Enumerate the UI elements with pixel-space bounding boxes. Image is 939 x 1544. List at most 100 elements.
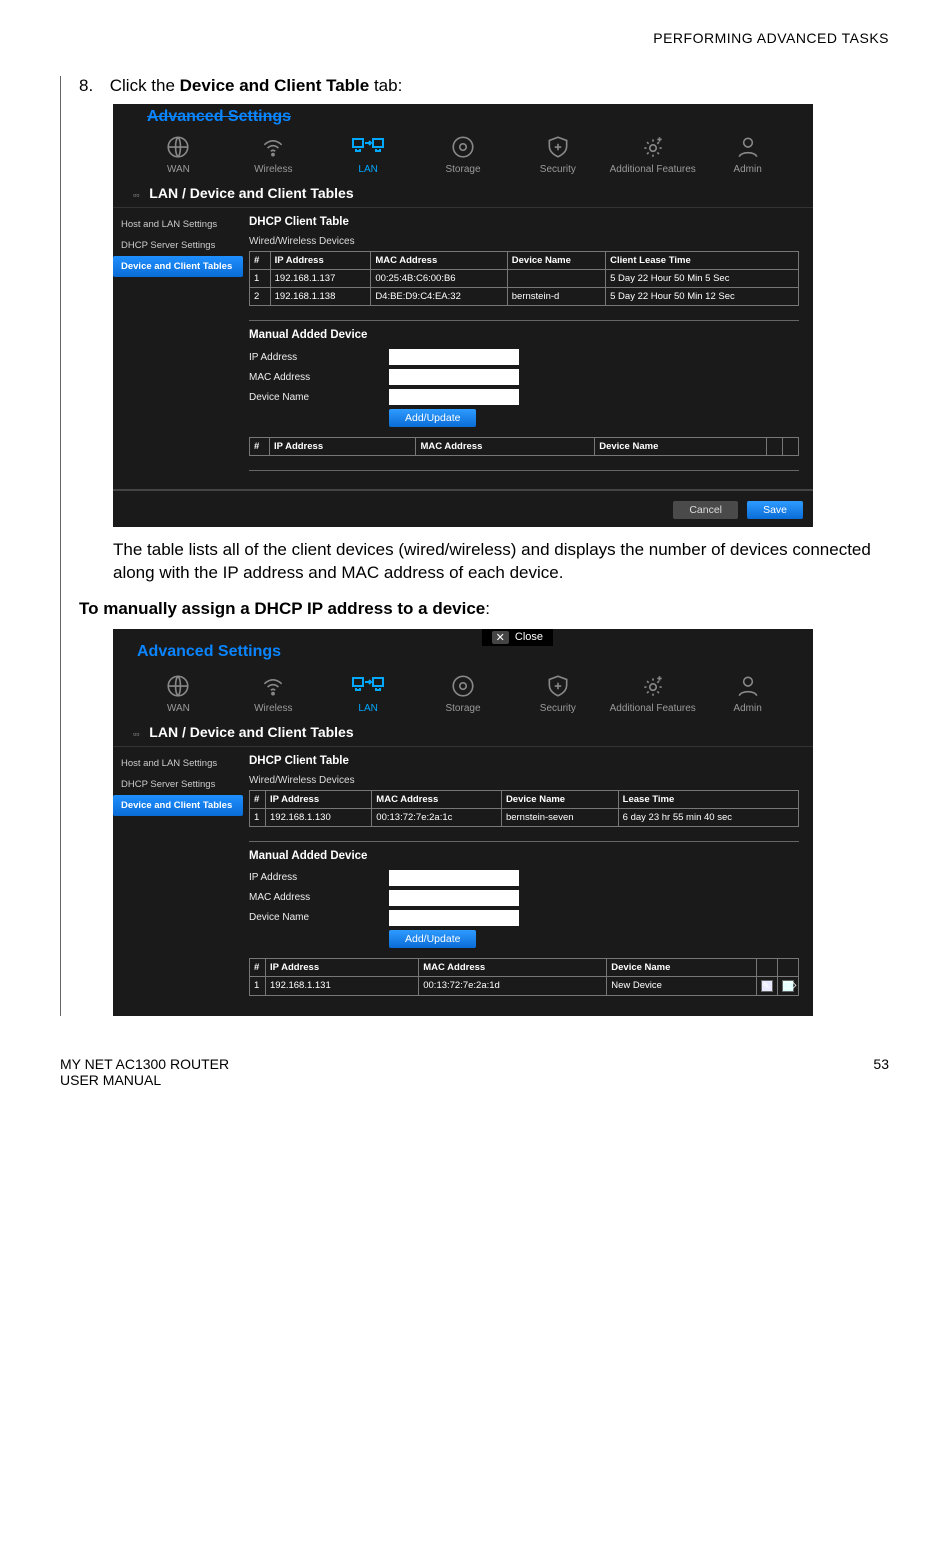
shield-icon	[510, 671, 605, 701]
gear-plus-icon	[605, 132, 700, 162]
close-tab[interactable]: ✕Close	[482, 629, 553, 646]
breadcrumb-icon: ▫▫	[133, 190, 139, 200]
nav-wan[interactable]: WAN	[131, 132, 226, 175]
table-row: 1 192.168.1.137 00:25:4B:C6:00:B6 5 Day …	[250, 270, 799, 288]
nav-storage[interactable]: Storage	[416, 132, 511, 175]
sidebar-item-host[interactable]: Host and LAN Settings	[113, 753, 243, 774]
lan-icon	[321, 671, 416, 701]
label-mac: MAC Address	[249, 892, 389, 903]
globe-icon	[131, 132, 226, 162]
shield-icon	[510, 132, 605, 162]
dhcp-client-table-heading: DHCP Client Table	[249, 755, 799, 767]
step-text-prefix: Click the	[110, 76, 180, 95]
input-ip[interactable]	[389, 870, 519, 886]
dhcp-client-table-heading: DHCP Client Table	[249, 216, 799, 228]
nav-security[interactable]: Security	[510, 132, 605, 175]
step-number: 8.	[79, 76, 105, 96]
nav-additional[interactable]: Additional Features	[605, 132, 700, 175]
nav-lan[interactable]: LAN	[321, 132, 416, 175]
wired-wireless-caption: Wired/Wireless Devices	[249, 775, 799, 786]
sidebar-item-host[interactable]: Host and LAN Settings	[113, 214, 243, 235]
page-number: 53	[873, 1056, 889, 1088]
manual-device-table: # IP Address MAC Address Device Name 1 1…	[249, 958, 799, 996]
nav-wan[interactable]: WAN	[131, 671, 226, 714]
footer-manual: USER MANUAL	[60, 1072, 229, 1088]
col-num: #	[250, 252, 271, 270]
person-icon	[700, 671, 795, 701]
cancel-button[interactable]: Cancel	[673, 501, 738, 519]
nav-storage[interactable]: Storage	[416, 671, 511, 714]
col-lease: Client Lease Time	[606, 252, 799, 270]
table-row: 2 192.168.1.138 D4:BE:D9:C4:EA:32 bernst…	[250, 288, 799, 306]
page-footer: MY NET AC1300 ROUTER USER MANUAL 53	[60, 1056, 889, 1088]
globe-icon	[131, 671, 226, 701]
section-title: ▫▫ LAN / Device and Client Tables	[113, 181, 813, 208]
input-name[interactable]	[389, 910, 519, 926]
lan-icon	[321, 132, 416, 162]
step-text-suffix: tab:	[369, 76, 402, 95]
heading-manual-assign: To manually assign a DHCP IP address to …	[79, 599, 889, 619]
close-icon: ✕	[492, 631, 509, 644]
main-panel: DHCP Client Table Wired/Wireless Devices…	[243, 208, 813, 489]
label-ip: IP Address	[249, 352, 389, 363]
manual-added-heading: Manual Added Device	[249, 850, 799, 862]
col-ip: IP Address	[270, 252, 371, 270]
add-update-button[interactable]: Add/Update	[389, 930, 476, 948]
top-nav: WAN Wireless LAN Storage Security Additi…	[113, 665, 813, 720]
save-button[interactable]: Save	[747, 501, 803, 519]
col-mac: MAC Address	[371, 252, 507, 270]
table-row: 1 192.168.1.130 00:13:72:7e:2a:1c bernst…	[250, 808, 799, 826]
input-name[interactable]	[389, 389, 519, 405]
disc-icon	[416, 132, 511, 162]
add-update-button[interactable]: Add/Update	[389, 409, 476, 427]
sidebar-item-device-tables[interactable]: Device and Client Tables	[113, 256, 243, 277]
sidebar-item-device-tables[interactable]: Device and Client Tables	[113, 795, 243, 816]
disc-icon	[416, 671, 511, 701]
footer-buttons: Cancel Save	[113, 489, 813, 527]
gear-plus-icon	[605, 671, 700, 701]
caption-text: The table lists all of the client device…	[113, 539, 889, 585]
label-name: Device Name	[249, 392, 389, 403]
nav-admin[interactable]: Admin	[700, 132, 795, 175]
page-header: PERFORMING ADVANCED TASKS	[60, 30, 889, 46]
col-name: Device Name	[507, 252, 605, 270]
advanced-settings-title: Advanced Settings	[113, 631, 813, 665]
nav-admin[interactable]: Admin	[700, 671, 795, 714]
nav-wireless[interactable]: Wireless	[226, 132, 321, 175]
nav-security[interactable]: Security	[510, 671, 605, 714]
input-ip[interactable]	[389, 349, 519, 365]
section-title: ▫▫ LAN / Device and Client Tables	[113, 720, 813, 747]
step-8: 8. Click the Device and Client Table tab…	[79, 76, 889, 96]
input-mac[interactable]	[389, 890, 519, 906]
sidebar: Host and LAN Settings DHCP Server Settin…	[113, 747, 243, 1016]
breadcrumb-icon: ▫▫	[133, 729, 139, 739]
screenshot-1: Advanced Settings WAN Wireless LAN Stora…	[113, 104, 813, 527]
input-mac[interactable]	[389, 369, 519, 385]
screenshot-2: ✕Close Advanced Settings WAN Wireless LA…	[113, 629, 813, 1016]
wifi-icon	[226, 671, 321, 701]
nav-additional[interactable]: Additional Features	[605, 671, 700, 714]
sidebar-item-dhcp[interactable]: DHCP Server Settings	[113, 774, 243, 795]
nav-lan[interactable]: LAN	[321, 671, 416, 714]
step-text-bold: Device and Client Table	[180, 76, 370, 95]
nav-wireless[interactable]: Wireless	[226, 671, 321, 714]
wifi-icon	[226, 132, 321, 162]
label-mac: MAC Address	[249, 372, 389, 383]
dhcp-client-table: # IP Address MAC Address Device Name Cli…	[249, 251, 799, 306]
edit-icon[interactable]: ✎	[757, 976, 778, 995]
table-row: 1 192.168.1.131 00:13:72:7e:2a:1d New De…	[250, 976, 799, 995]
advanced-settings-title: Advanced Settings	[113, 104, 813, 126]
person-icon	[700, 132, 795, 162]
dhcp-client-table: # IP Address MAC Address Device Name Lea…	[249, 790, 799, 827]
delete-icon[interactable]: ⌦	[778, 976, 799, 995]
manual-added-heading: Manual Added Device	[249, 329, 799, 341]
footer-product: MY NET AC1300 ROUTER	[60, 1056, 229, 1072]
wired-wireless-caption: Wired/Wireless Devices	[249, 236, 799, 247]
label-ip: IP Address	[249, 872, 389, 883]
top-nav: WAN Wireless LAN Storage Security Additi…	[113, 126, 813, 181]
main-panel: DHCP Client Table Wired/Wireless Devices…	[243, 747, 813, 1016]
manual-device-table: # IP Address MAC Address Device Name	[249, 437, 799, 456]
label-name: Device Name	[249, 912, 389, 923]
sidebar-item-dhcp[interactable]: DHCP Server Settings	[113, 235, 243, 256]
sidebar: Host and LAN Settings DHCP Server Settin…	[113, 208, 243, 489]
